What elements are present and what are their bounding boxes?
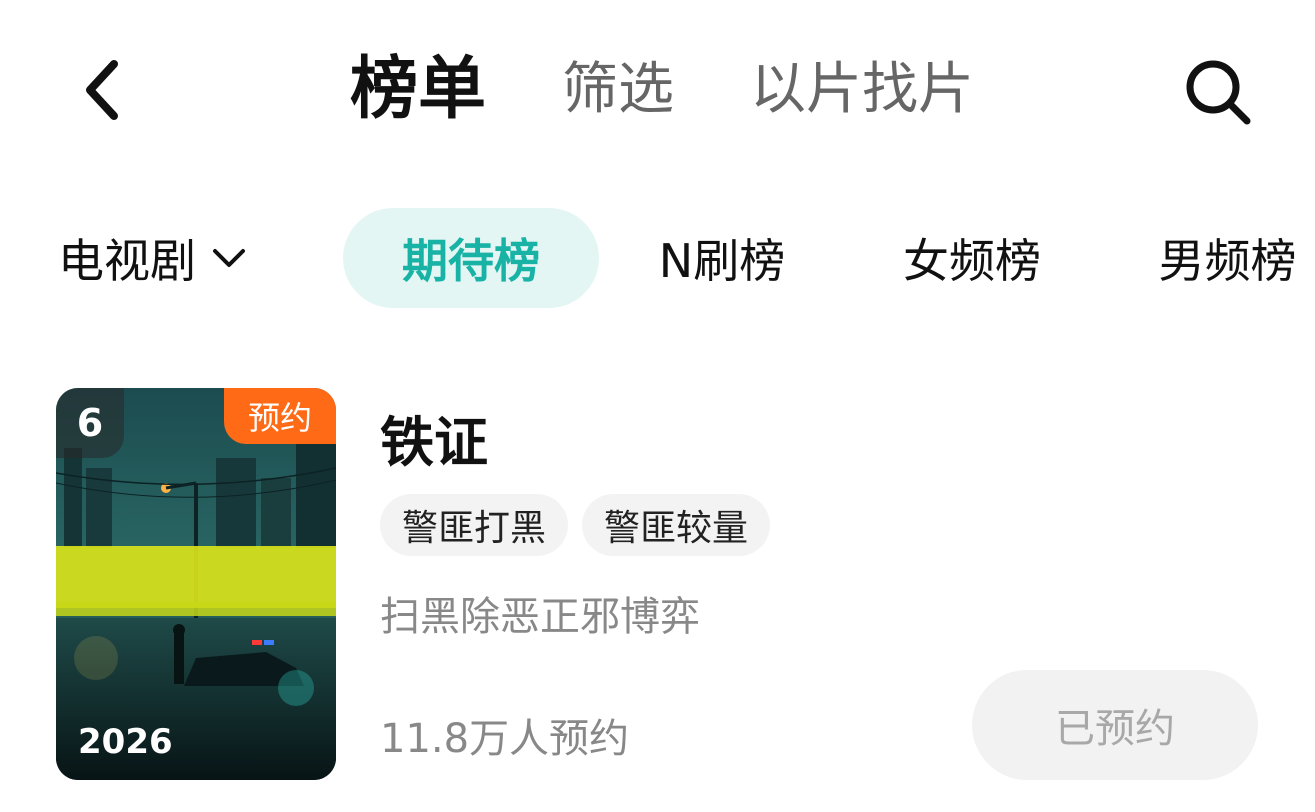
drama-card[interactable]: 6 预约 2026 铁证 警匪打黑 警匪较量 扫黑除恶正邪博弈 11.8万人预约…	[56, 388, 1266, 784]
drama-info: 铁证 警匪打黑 警匪较量 扫黑除恶正邪博弈 11.8万人预约 已预约	[380, 388, 1260, 780]
chevron-left-icon	[86, 60, 118, 120]
drama-poster[interactable]: 6 预约 2026	[56, 388, 336, 780]
chip-female-audience[interactable]: 女频榜	[882, 208, 1062, 308]
reserve-badge: 预约	[224, 388, 336, 444]
tab-rankings[interactable]: 榜单	[350, 40, 486, 140]
chip-rewatch[interactable]: N刷榜	[640, 208, 804, 308]
chip-male-audience[interactable]: 男频榜	[1140, 208, 1315, 308]
category-dropdown[interactable]: 电视剧	[58, 208, 246, 308]
drama-title: 铁证	[380, 411, 488, 474]
category-row: 电视剧 期待榜 N刷榜 女频榜 男频榜	[0, 208, 1315, 308]
genre-tag: 警匪较量	[582, 494, 771, 556]
chip-anticipated[interactable]: 期待榜	[343, 208, 599, 308]
rank-badge: 6	[56, 388, 124, 458]
tab-filter[interactable]: 筛选	[562, 40, 674, 140]
search-icon	[1186, 60, 1251, 125]
nav-tabs: 榜单 筛选 以片找片	[350, 40, 1050, 140]
reservation-count: 11.8万人预约	[380, 716, 630, 762]
reserved-button[interactable]: 已预约	[972, 670, 1258, 780]
back-button[interactable]	[62, 50, 142, 130]
tab-find-by-film[interactable]: 以片找片	[750, 40, 974, 140]
top-navigation: 榜单 筛选 以片找片	[0, 0, 1315, 180]
category-dropdown-label: 电视剧	[58, 234, 196, 288]
tag-list: 警匪打黑 警匪较量	[380, 494, 784, 556]
genre-tag: 警匪打黑	[380, 494, 569, 556]
search-button[interactable]	[1178, 52, 1258, 132]
drama-description: 扫黑除恶正邪博弈	[380, 594, 700, 640]
release-year: 2026	[78, 722, 173, 762]
chevron-down-icon	[212, 247, 246, 269]
